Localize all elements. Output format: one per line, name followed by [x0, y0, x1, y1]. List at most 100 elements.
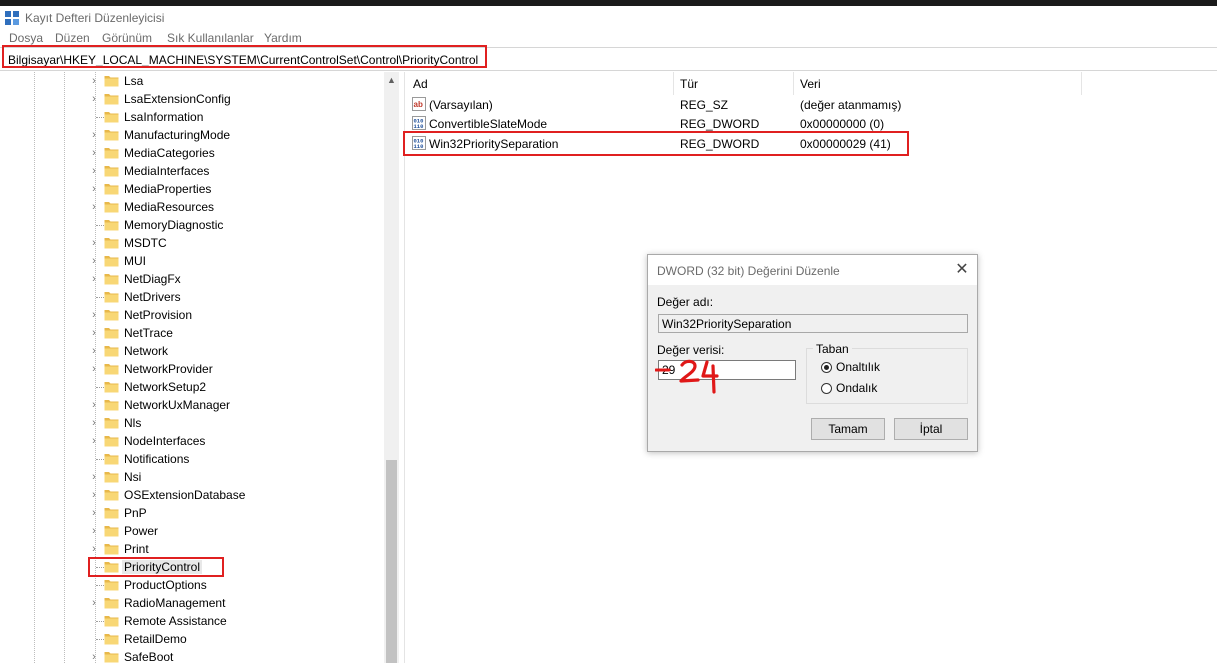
menu-edit[interactable]: Düzen — [55, 31, 90, 45]
tree-item[interactable]: › NetworkProvider — [0, 360, 384, 378]
tree-item[interactable]: › MediaProperties — [0, 180, 384, 198]
tree-item-label[interactable]: NodeInterfaces — [124, 434, 205, 448]
cancel-button[interactable]: İptal — [894, 418, 968, 440]
chevron-right-icon[interactable]: › — [89, 399, 99, 411]
tree-item[interactable]: › Lsa — [0, 72, 384, 90]
chevron-right-icon[interactable]: › — [89, 417, 99, 429]
tree-item-label[interactable]: NetworkSetup2 — [124, 380, 206, 394]
tree-item[interactable]: › PnP — [0, 504, 384, 522]
tree-item-label[interactable]: MediaInterfaces — [124, 164, 209, 178]
column-divider[interactable] — [1081, 72, 1082, 95]
tree-item[interactable]: › MUI — [0, 252, 384, 270]
chevron-right-icon[interactable]: › — [89, 255, 99, 267]
chevron-right-icon[interactable]: › — [89, 273, 99, 285]
tree-item-label[interactable]: Lsa — [124, 74, 143, 88]
scroll-up-icon[interactable]: ▲ — [384, 72, 399, 88]
tree-item-label[interactable]: SafeBoot — [124, 650, 173, 663]
chevron-right-icon[interactable]: › — [89, 471, 99, 483]
chevron-right-icon[interactable]: › — [89, 489, 99, 501]
tree-item[interactable]: › Network — [0, 342, 384, 360]
tree-item[interactable]: › Power — [0, 522, 384, 540]
tree-item-label[interactable]: PnP — [124, 506, 147, 520]
chevron-right-icon[interactable]: › — [89, 237, 99, 249]
tree-item[interactable]: › Nls — [0, 414, 384, 432]
tree-item[interactable]: › NetDiagFx — [0, 270, 384, 288]
tree-item-label[interactable]: Nsi — [124, 470, 141, 484]
tree-item-label[interactable]: Power — [124, 524, 158, 538]
tree-item[interactable]: › NetworkUxManager — [0, 396, 384, 414]
chevron-right-icon[interactable]: › — [89, 327, 99, 339]
tree-item[interactable]: › NetProvision — [0, 306, 384, 324]
tree-item[interactable]: MemoryDiagnostic — [0, 216, 384, 234]
value-row[interactable]: ab (Varsayılan) REG_SZ (değer atanmamış) — [406, 95, 1217, 114]
tree-item[interactable]: NetDrivers — [0, 288, 384, 306]
tree-item-label[interactable]: ManufacturingMode — [124, 128, 230, 142]
ok-button[interactable]: Tamam — [811, 418, 885, 440]
menu-view[interactable]: Görünüm — [102, 31, 152, 45]
menu-file[interactable]: Dosya — [9, 31, 43, 45]
dec-radio-label[interactable]: Ondalık — [836, 381, 877, 395]
tree-item-label[interactable]: NetProvision — [124, 308, 192, 322]
tree-item[interactable]: › NetTrace — [0, 324, 384, 342]
tree-item-label[interactable]: MediaCategories — [124, 146, 215, 160]
tree-item[interactable]: › MSDTC — [0, 234, 384, 252]
tree-item[interactable]: › Print — [0, 540, 384, 558]
column-name[interactable]: Ad — [413, 77, 428, 91]
menu-help[interactable]: Yardım — [264, 31, 302, 45]
column-data[interactable]: Veri — [800, 77, 821, 91]
tree-item-label[interactable]: LsaInformation — [124, 110, 203, 124]
tree-item[interactable]: RetailDemo — [0, 630, 384, 648]
tree-item[interactable]: LsaInformation — [0, 108, 384, 126]
tree-item-label[interactable]: NetworkProvider — [124, 362, 213, 376]
chevron-right-icon[interactable]: › — [89, 183, 99, 195]
tree-item-label[interactable]: NetworkUxManager — [124, 398, 230, 412]
tree-item[interactable]: › MediaCategories — [0, 144, 384, 162]
chevron-right-icon[interactable]: › — [89, 165, 99, 177]
tree-item-label[interactable]: MemoryDiagnostic — [124, 218, 223, 232]
menu-favorites[interactable]: Sık Kullanılanlar — [167, 31, 254, 45]
chevron-right-icon[interactable]: › — [89, 93, 99, 105]
hex-radio[interactable] — [821, 362, 832, 373]
tree-item[interactable]: › SafeBoot — [0, 648, 384, 663]
tree-item-label[interactable]: NetTrace — [124, 326, 173, 340]
tree-item-label[interactable]: MediaResources — [124, 200, 214, 214]
tree-item-label[interactable]: LsaExtensionConfig — [124, 92, 231, 106]
chevron-right-icon[interactable]: › — [89, 147, 99, 159]
column-divider[interactable] — [673, 72, 674, 95]
tree-item[interactable]: › ManufacturingMode — [0, 126, 384, 144]
tree-item[interactable]: › LsaExtensionConfig — [0, 90, 384, 108]
scroll-thumb[interactable] — [386, 460, 397, 663]
tree-item[interactable]: › OSExtensionDatabase — [0, 486, 384, 504]
dec-radio[interactable] — [821, 383, 832, 394]
tree-item[interactable]: › NodeInterfaces — [0, 432, 384, 450]
tree-item-label[interactable]: MSDTC — [124, 236, 167, 250]
chevron-right-icon[interactable]: › — [89, 435, 99, 447]
chevron-right-icon[interactable]: › — [89, 75, 99, 87]
tree-item[interactable]: NetworkSetup2 — [0, 378, 384, 396]
tree-item-label[interactable]: RetailDemo — [124, 632, 187, 646]
chevron-right-icon[interactable]: › — [89, 201, 99, 213]
column-type[interactable]: Tür — [680, 77, 698, 91]
tree-item-label[interactable]: MediaProperties — [124, 182, 211, 196]
chevron-right-icon[interactable]: › — [89, 525, 99, 537]
tree-item[interactable]: › MediaInterfaces — [0, 162, 384, 180]
pane-splitter[interactable] — [399, 72, 405, 663]
tree-item[interactable]: Remote Assistance — [0, 612, 384, 630]
tree-item-label[interactable]: MUI — [124, 254, 146, 268]
tree-item-label[interactable]: OSExtensionDatabase — [124, 488, 245, 502]
tree-item-label[interactable]: Print — [124, 542, 149, 556]
tree-item-label[interactable]: RadioManagement — [124, 596, 225, 610]
chevron-right-icon[interactable]: › — [89, 543, 99, 555]
chevron-right-icon[interactable]: › — [89, 309, 99, 321]
chevron-right-icon[interactable]: › — [89, 363, 99, 375]
hex-radio-label[interactable]: Onaltılık — [836, 360, 880, 374]
tree-item-label[interactable]: Nls — [124, 416, 141, 430]
tree-item[interactable]: Notifications — [0, 450, 384, 468]
tree-item-label[interactable]: NetDrivers — [124, 290, 181, 304]
tree-item[interactable]: › Nsi — [0, 468, 384, 486]
tree-item-label[interactable]: Remote Assistance — [124, 614, 227, 628]
tree-item-label[interactable]: ProductOptions — [124, 578, 207, 592]
chevron-right-icon[interactable]: › — [89, 129, 99, 141]
tree-item-label[interactable]: Notifications — [124, 452, 189, 466]
chevron-right-icon[interactable]: › — [89, 651, 99, 663]
